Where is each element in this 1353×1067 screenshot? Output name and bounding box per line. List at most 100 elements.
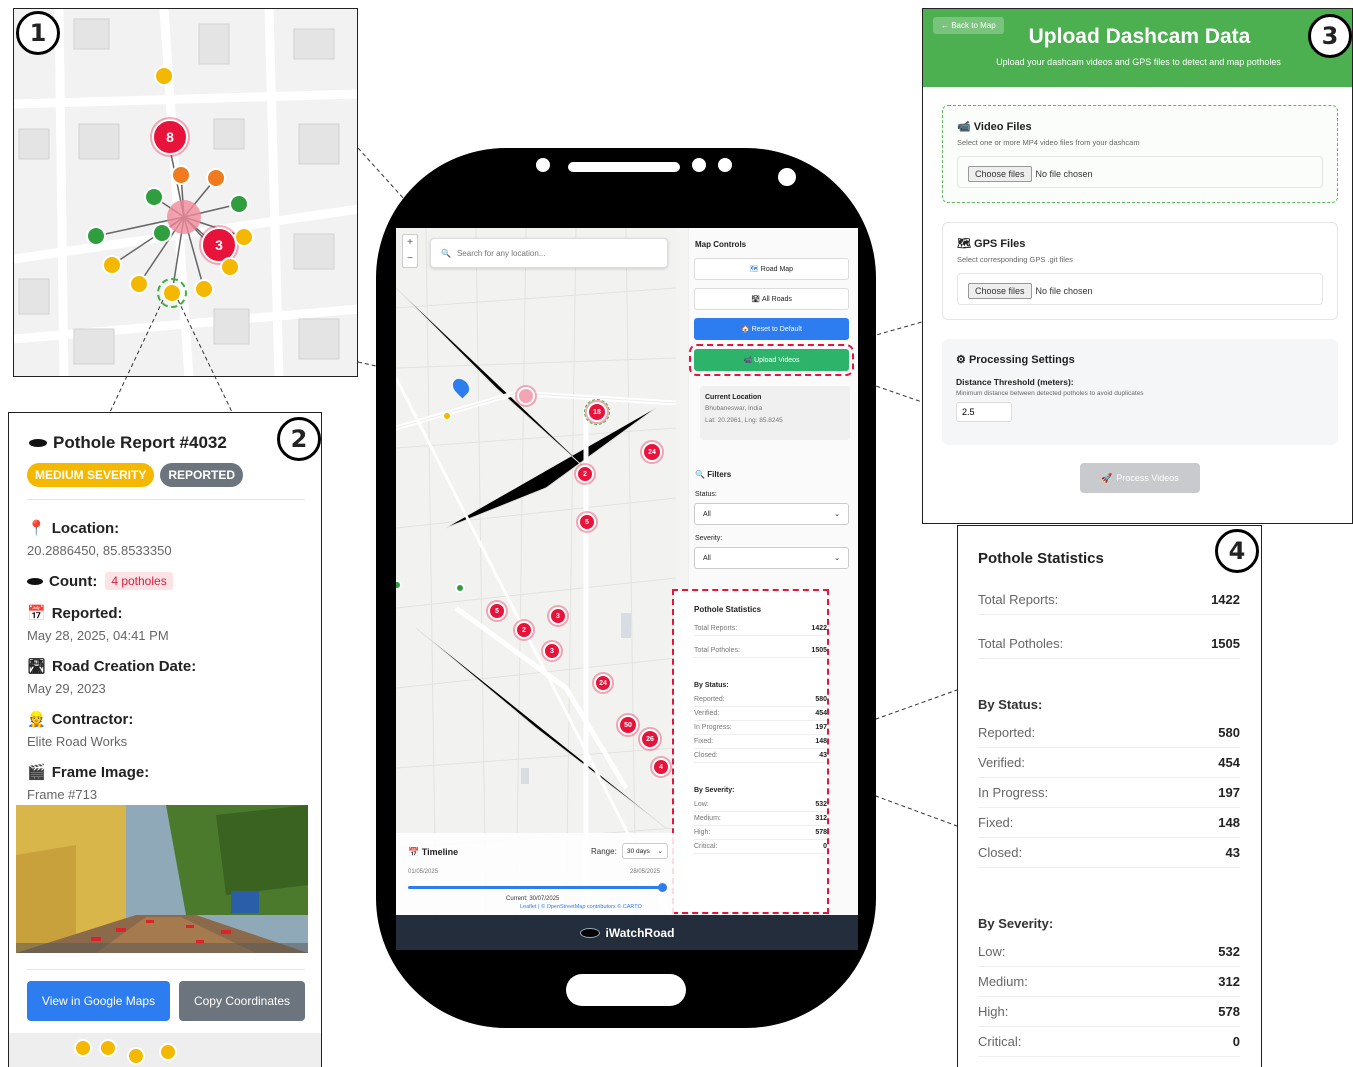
selected-cluster-marker[interactable]: 18 [584,399,610,425]
pothole-marker[interactable] [102,255,122,275]
map-icon: 🗺 [957,238,971,250]
stats-body: Pothole Statistics Total Reports: 1422 To… [978,550,1240,1057]
cluster-marker[interactable]: 3 [549,607,567,625]
video-icon: 📹 [743,357,753,364]
reset-default-button[interactable]: 🏠 Reset to Default [694,318,849,340]
range-label: Range: [591,847,617,856]
search-box[interactable]: 🔍 [430,238,668,268]
cluster-marker[interactable]: 24 [594,674,612,692]
pothole-marker[interactable] [234,227,254,247]
choose-gps-files-button[interactable]: Choose files [968,283,1032,299]
stat-row: Medium: 312 [978,967,1240,997]
cluster-marker[interactable]: 8 [152,119,188,155]
status-filter-select[interactable]: All ⌄ [694,503,849,525]
stat-row: Fixed: 148 [978,808,1240,838]
location-label: Location: [51,519,120,537]
stat-row: Verified: 454 [978,748,1240,778]
stat-value: 454 [815,710,827,717]
upload-videos-button[interactable]: 📹 Upload Videos [689,344,854,376]
upload-page-panel: ← Back to Map Upload Dashcam Data Upload… [922,8,1353,524]
pothole-marker[interactable] [194,279,214,299]
current-location-card: Current Location Bhubaneswar, India Lat:… [700,386,850,440]
road-creation-label: Road Creation Date: [52,657,197,675]
cluster-marker[interactable]: 5 [488,602,506,620]
pothole-marker[interactable] [86,226,106,246]
all-roads-button[interactable]: 🛣 All Roads [694,288,849,310]
pothole-marker[interactable] [220,257,240,277]
pothole-statistics-panel: 4 Pothole Statistics Total Reports: 1422 … [957,525,1262,1067]
cluster-marker[interactable] [517,387,535,405]
cluster-marker[interactable]: 5 [578,513,596,531]
stat-row: High: 578 [978,997,1240,1027]
pin-icon: 📍 [27,520,46,537]
stat-label: Fixed: [694,738,714,745]
threshold-label: Distance Threshold (meters): [956,377,1074,387]
severity-filter-select[interactable]: All ⌄ [694,547,849,569]
cluster-marker[interactable]: 24 [642,442,662,462]
stat-label: In Progress: [978,785,1049,800]
stat-label: Critical: [978,1034,1022,1049]
timeline-title: 📅 Timeline [408,847,459,857]
severity-stats-list: Low: 532 Medium: 312 High: 578 Critical: 0 [694,798,827,854]
pothole-marker[interactable] [152,223,172,243]
search-input[interactable] [456,248,657,258]
home-button[interactable] [566,974,686,1006]
cluster-marker[interactable]: 26 [640,729,660,749]
by-severity-heading: By Severity: [978,916,1054,931]
zoom-in-button[interactable]: + [403,235,417,251]
pothole-marker[interactable] [144,187,164,207]
copy-coordinates-button[interactable]: Copy Coordinates [179,981,305,1021]
cluster-marker[interactable]: 50 [618,715,638,735]
popup-header: Pothole Report #4032 [29,433,227,453]
processing-settings-title: ⚙ Processing Settings [956,354,1075,366]
start-date: 01/05/2025 [408,869,439,875]
pothole-marker[interactable] [129,274,149,294]
map-controls-title: Map Controls [695,240,747,249]
pothole-marker[interactable] [455,583,465,593]
upload-videos-label: Upload Videos [754,356,800,364]
view-google-maps-button[interactable]: View in Google Maps [27,981,170,1021]
cluster-marker[interactable]: 3 [543,642,561,660]
severity-badge: MEDIUM SEVERITY [27,463,155,487]
cluster-marker[interactable]: 2 [576,465,594,483]
stat-label: Low: [978,944,1006,959]
stat-row: Reported: 580 [978,718,1240,748]
pothole-marker[interactable] [442,411,452,421]
cluster-marker[interactable]: 2 [515,621,533,639]
total-potholes-row: Total Potholes: 1505 [978,629,1240,659]
gps-file-input[interactable]: Choose files No file chosen [957,273,1323,305]
stat-row: Medium: 312 [694,812,827,826]
pothole-marker[interactable] [171,165,191,185]
timeline-slider-handle[interactable] [658,883,667,892]
stat-label: Verified: [694,710,720,717]
upload-subtitle: Upload your dashcam videos and GPS files… [996,57,1281,67]
video-files-section: 📹 Video Files Select one or more MP4 vid… [942,105,1338,203]
cluster-marker[interactable]: 4 [652,758,670,776]
filters-title: 🔍 Filters [695,470,732,479]
stat-value: 532 [815,801,827,808]
pothole-marker[interactable] [154,66,174,86]
road-map-button[interactable]: 🗺 Road Map [694,258,849,280]
zoom-out-button[interactable]: − [403,251,417,267]
video-file-input[interactable]: Choose files No file chosen [957,156,1323,188]
timeline-slider[interactable] [408,886,666,889]
range-select[interactable]: 30 days ⌄ [622,843,668,859]
gps-files-section: 🗺 GPS Files Select corresponding GPS .gi… [942,222,1338,320]
stat-value: 0 [1232,1034,1240,1049]
camera-icon: 🎬 [27,764,46,781]
panel-number-badge: 3 [1308,14,1352,58]
count-label: Count: [49,572,98,590]
choose-video-files-button[interactable]: Choose files [968,166,1032,182]
pothole-marker[interactable] [229,194,249,214]
reset-default-label: Reset to Default [751,325,802,333]
chevron-down-icon: ⌄ [834,511,840,518]
process-videos-button[interactable]: 🚀 Process Videos [1080,463,1200,493]
selected-pothole-marker[interactable] [157,278,187,308]
stat-label: Low: [694,801,709,808]
stat-row: High: 578 [694,826,827,840]
pothole-marker[interactable] [206,168,226,188]
threshold-input[interactable] [956,402,1012,422]
contractor-label: Contractor: [51,710,134,728]
pothole-icon [27,577,43,585]
stat-value: 580 [815,696,827,703]
